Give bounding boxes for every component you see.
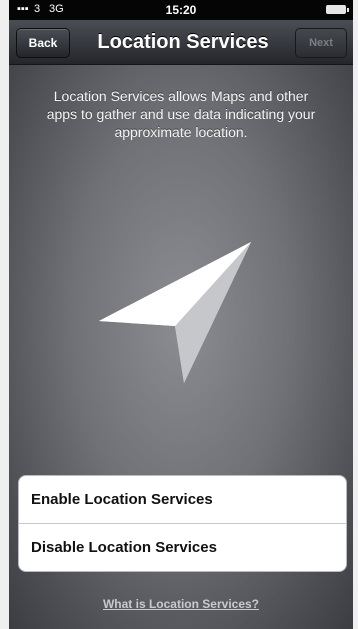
device-screen: ▪▪▪ 3 3G 15:20 Back Location Services Ne…	[9, 0, 353, 629]
what-is-location-services-link[interactable]: What is Location Services?	[9, 597, 353, 611]
battery-icon	[326, 5, 349, 14]
location-arrow-icon	[91, 237, 261, 387]
disable-location-services-button[interactable]: Disable Location Services	[19, 523, 346, 571]
description-text: Location Services allows Maps and other …	[46, 88, 316, 140]
navigation-bar: Back Location Services Next	[9, 20, 353, 65]
clock: 15:20	[165, 3, 197, 17]
enable-location-services-button[interactable]: Enable Location Services	[19, 476, 346, 523]
location-options-group: Enable Location Services Disable Locatio…	[18, 475, 347, 572]
back-button[interactable]: Back	[16, 28, 70, 58]
page-title: Location Services	[97, 31, 269, 53]
setup-content: Location Services allows Maps and other …	[9, 65, 353, 629]
next-button[interactable]: Next	[295, 28, 347, 58]
status-bar: ▪▪▪ 3 3G 15:20	[9, 0, 353, 20]
